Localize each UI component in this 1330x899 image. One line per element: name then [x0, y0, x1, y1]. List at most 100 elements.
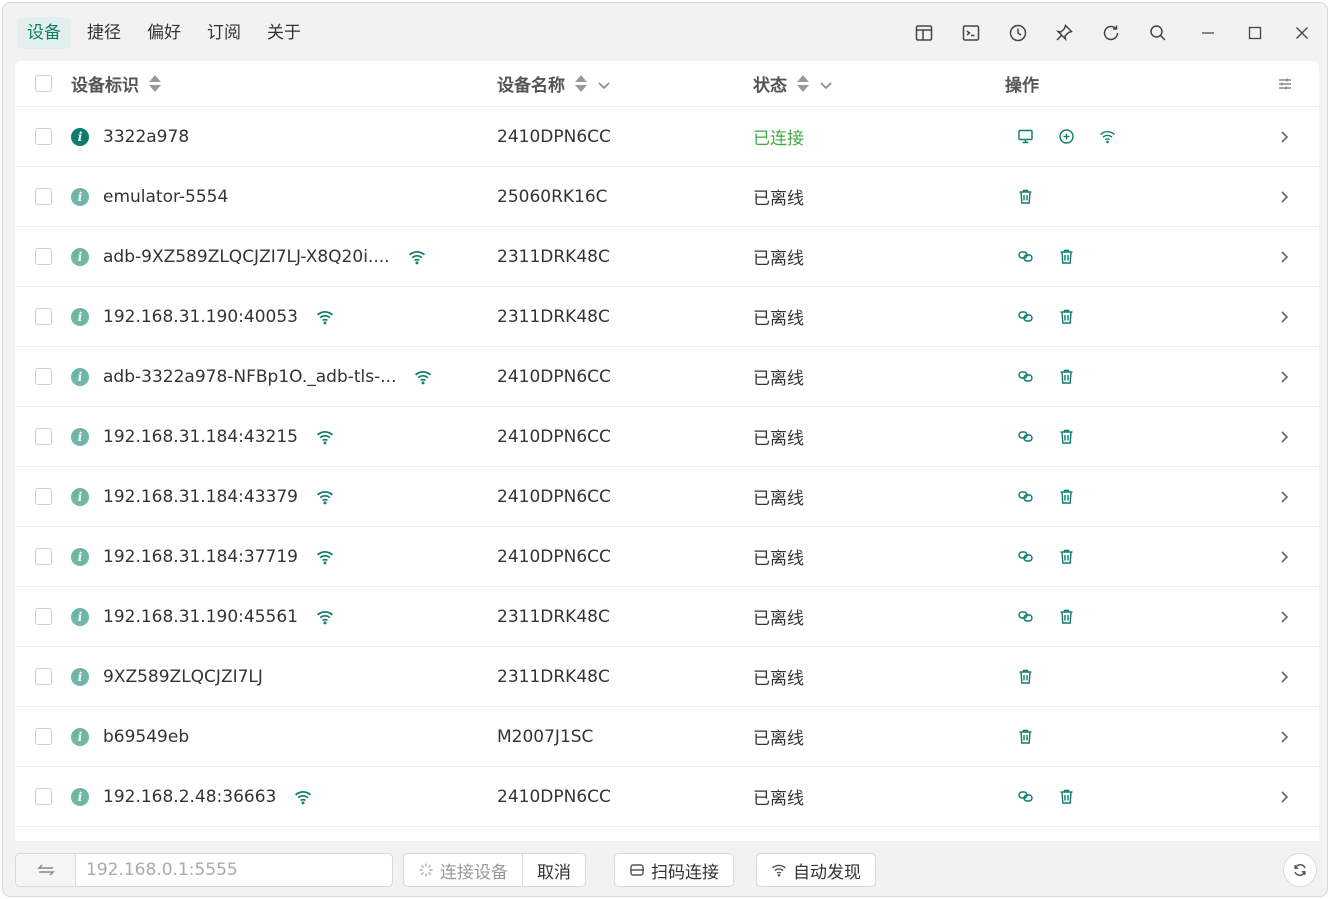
- layout-button[interactable]: [901, 17, 948, 49]
- delete-button[interactable]: [1005, 182, 1046, 212]
- info-icon[interactable]: i: [71, 667, 89, 686]
- row-checkbox[interactable]: [35, 308, 52, 325]
- wifi-button[interactable]: [1087, 122, 1128, 152]
- link-button[interactable]: [1005, 422, 1046, 452]
- auto-discover-button[interactable]: 自动发现: [757, 854, 875, 886]
- row-checkbox[interactable]: [35, 188, 52, 205]
- row-detail-button[interactable]: [1277, 707, 1291, 766]
- row-detail-button[interactable]: [1277, 227, 1291, 286]
- filter-chevron-down-icon[interactable]: [597, 77, 611, 91]
- info-icon[interactable]: i: [71, 367, 89, 386]
- row-checkbox[interactable]: [35, 368, 52, 385]
- row-detail-button[interactable]: [1277, 767, 1291, 826]
- row-checkbox[interactable]: [35, 788, 52, 805]
- menu-tab-2[interactable]: 偏好: [137, 17, 191, 49]
- delete-button[interactable]: [1046, 242, 1087, 272]
- row-checkbox[interactable]: [35, 548, 52, 565]
- row-detail-button[interactable]: [1277, 467, 1291, 526]
- device-address-input[interactable]: [76, 854, 392, 886]
- table-row[interactable]: i adb-3322a978-NFBp1O._adb-tls-... 2410DPN…: [15, 347, 1319, 407]
- scan-connect-button[interactable]: 扫码连接: [615, 854, 733, 886]
- table-row[interactable]: i b69549eb M2007J1SC 已离线: [15, 707, 1319, 767]
- info-icon[interactable]: i: [71, 487, 89, 506]
- row-checkbox[interactable]: [35, 428, 52, 445]
- select-all-checkbox[interactable]: [35, 75, 52, 92]
- header-device-name[interactable]: 设备名称: [497, 61, 611, 106]
- table-row[interactable]: i 9XZ589ZLQCJZI7LJ 2311DRK48C 已离线: [15, 647, 1319, 707]
- terminal-button[interactable]: [948, 17, 995, 49]
- row-detail-button[interactable]: [1277, 407, 1291, 466]
- info-icon[interactable]: i: [71, 547, 89, 566]
- link-button[interactable]: [1005, 602, 1046, 632]
- row-detail-button[interactable]: [1277, 347, 1291, 406]
- delete-button[interactable]: [1046, 782, 1087, 812]
- close-button[interactable]: [1278, 17, 1325, 49]
- menu-tab-4[interactable]: 关于: [257, 17, 311, 49]
- reload-button[interactable]: [1088, 17, 1135, 49]
- search-button[interactable]: [1134, 17, 1181, 49]
- row-checkbox[interactable]: [35, 128, 52, 145]
- table-row[interactable]: i 3322a978 2410DPN6CC 已连接: [15, 107, 1319, 167]
- minimize-button[interactable]: [1185, 17, 1232, 49]
- connect-device-button[interactable]: 连接设备: [404, 854, 522, 886]
- info-icon[interactable]: i: [71, 187, 89, 206]
- delete-button[interactable]: [1046, 602, 1087, 632]
- link-button[interactable]: [1005, 782, 1046, 812]
- row-checkbox[interactable]: [35, 488, 52, 505]
- info-icon[interactable]: i: [71, 607, 89, 626]
- delete-button[interactable]: [1046, 542, 1087, 572]
- row-detail-button[interactable]: [1277, 527, 1291, 586]
- link-button[interactable]: [1005, 542, 1046, 572]
- filter-chevron-down-icon[interactable]: [819, 77, 833, 91]
- link-button[interactable]: [1005, 482, 1046, 512]
- menu-tab-1[interactable]: 捷径: [77, 17, 131, 49]
- delete-button[interactable]: [1046, 302, 1087, 332]
- info-icon[interactable]: i: [71, 307, 89, 326]
- table-row[interactable]: i 192.168.31.184:43379 2410DPN6CC 已离线: [15, 467, 1319, 527]
- table-row[interactable]: i emulator-5554 25060RK16C 已离线: [15, 167, 1319, 227]
- table-row[interactable]: i 192.168.31.184:43215 2410DPN6CC 已离线: [15, 407, 1319, 467]
- delete-button[interactable]: [1046, 362, 1087, 392]
- column-settings-button[interactable]: [1277, 61, 1293, 106]
- row-detail-button[interactable]: [1277, 587, 1291, 646]
- table-row[interactable]: i adb-9XZ589ZLQCJZI7LJ-X8Q20i.... 2311DRK4…: [15, 227, 1319, 287]
- delete-button[interactable]: [1046, 482, 1087, 512]
- info-icon[interactable]: i: [71, 727, 89, 746]
- row-checkbox[interactable]: [35, 668, 52, 685]
- info-icon[interactable]: i: [71, 787, 89, 806]
- delete-button[interactable]: [1005, 662, 1046, 692]
- screen-mirror-button[interactable]: [1005, 122, 1046, 152]
- row-checkbox[interactable]: [35, 248, 52, 265]
- delete-button[interactable]: [1046, 422, 1087, 452]
- menu-tab-3[interactable]: 订阅: [197, 17, 251, 49]
- add-circle-button[interactable]: [1046, 122, 1087, 152]
- info-icon[interactable]: i: [71, 427, 89, 446]
- sort-icon[interactable]: [149, 75, 161, 92]
- sort-icon[interactable]: [575, 75, 587, 92]
- pin-button[interactable]: [1041, 17, 1088, 49]
- row-checkbox[interactable]: [35, 728, 52, 745]
- table-row[interactable]: i 192.168.31.184:37719 2410DPN6CC 已离线: [15, 527, 1319, 587]
- table-row[interactable]: i 192.168.31.190:45561 2311DRK48C 已离线: [15, 587, 1319, 647]
- info-icon[interactable]: i: [71, 127, 89, 146]
- header-device-id[interactable]: 设备标识: [71, 61, 161, 106]
- table-row[interactable]: i 192.168.31.190:40053 2311DRK48C 已离线: [15, 287, 1319, 347]
- row-detail-button[interactable]: [1277, 647, 1291, 706]
- cancel-button[interactable]: 取消: [522, 854, 585, 886]
- row-checkbox[interactable]: [35, 608, 52, 625]
- history-button[interactable]: [994, 17, 1041, 49]
- refresh-devices-button[interactable]: [1283, 853, 1317, 887]
- row-detail-button[interactable]: [1277, 167, 1291, 226]
- link-button[interactable]: [1005, 242, 1046, 272]
- link-button[interactable]: [1005, 362, 1046, 392]
- info-icon[interactable]: i: [71, 247, 89, 266]
- table-row[interactable]: i 192.168.2.48:36663 2410DPN6CC 已离线: [15, 767, 1319, 827]
- menu-tab-0[interactable]: 设备: [17, 17, 71, 49]
- row-detail-button[interactable]: [1277, 287, 1291, 346]
- link-button[interactable]: [1005, 302, 1046, 332]
- delete-button[interactable]: [1005, 722, 1046, 752]
- sort-icon[interactable]: [797, 75, 809, 92]
- header-state[interactable]: 状态: [753, 61, 833, 106]
- connection-mode-button[interactable]: [16, 854, 76, 886]
- row-detail-button[interactable]: [1277, 107, 1291, 166]
